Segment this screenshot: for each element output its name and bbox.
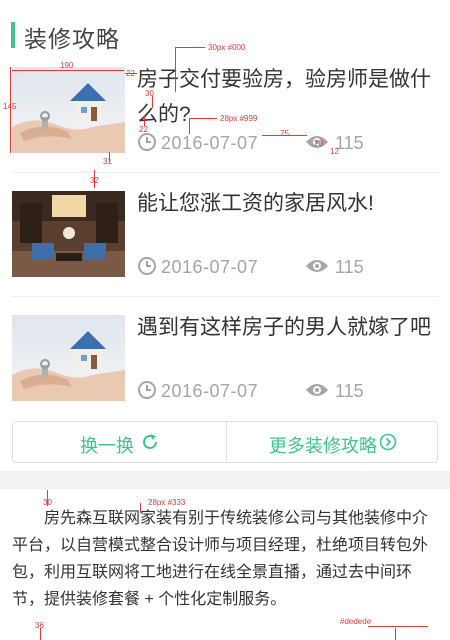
annotation-label: 28px #999 [220,114,258,123]
annotation-line [12,70,124,71]
annotation-label: 75 [280,129,289,138]
article-thumbnail[interactable] [12,315,125,401]
article-views: 115 [335,133,364,153]
divider [12,172,438,173]
clock-icon [138,381,156,399]
article-views: 115 [335,257,364,277]
annotation-line [189,118,217,119]
article-meta: 2016-07-07 115 [137,256,437,280]
company-intro: 房先森互联网家装有别于传统装修公司与其他装修中介平台，以自营模式整合设计师与项目… [12,510,429,608]
divider [12,296,438,297]
refresh-button[interactable]: 换一换 [13,422,226,462]
chevron-right-circle-icon [379,433,397,451]
refresh-label: 换一换 [80,436,134,456]
annotation-line [175,47,205,48]
article-views: 115 [335,381,364,401]
annotation-label: 22 [126,69,135,78]
article-thumbnail[interactable] [12,67,125,153]
annotation-label: 30 [43,498,52,507]
annotation-label: 36 [35,621,44,630]
annotation-line [175,47,176,92]
annotation-label: #dedede [340,617,372,626]
refresh-icon [143,434,157,449]
section-header: 装修攻略 [0,0,450,62]
annotation-line [189,118,190,134]
article-date: 2016-07-07 [161,133,259,153]
article-item[interactable]: 遇到有这样房子的男人就嫁了吧 2016-07-07 115 [0,310,450,434]
eye-icon [306,260,328,272]
action-bar: 换一换 更多装修攻略 [12,421,438,463]
annotation-line [152,96,153,108]
annotation-label: 22 [139,125,148,134]
eye-icon [306,384,328,396]
article-title[interactable]: 能让您涨工资的家居风水! [137,186,437,221]
more-guides-label: 更多装修攻略 [269,436,377,456]
section-accent-bar [11,22,15,48]
clock-icon [138,257,156,275]
article-meta: 2016-07-07 115 [137,380,437,404]
article-item[interactable]: 房子交付要验房，验房师是做什么的? 2016-07-07 115 [0,62,450,186]
annotation-label: 28px #333 [148,498,186,507]
more-guides-button[interactable]: 更多装修攻略 [226,422,438,462]
clock-icon [138,133,156,151]
article-date: 2016-07-07 [161,381,259,401]
annotation-label: 145 [3,102,17,111]
annotation-label: 32 [90,176,99,185]
article-date: 2016-07-07 [161,257,259,277]
annotation-label: 28 [314,139,323,148]
annotation-label: 12 [330,147,339,156]
annotation-line [140,503,141,513]
article-title[interactable]: 房子交付要验房，验房师是做什么的? [137,62,437,132]
article-item[interactable]: 能让您涨工资的家居风水! 2016-07-07 115 [0,186,450,310]
annotation-line [368,626,428,627]
annotation-label: 30px #000 [208,43,246,52]
annotation-label: 190 [60,61,74,70]
article-thumbnail[interactable] [12,191,125,277]
annotation-line [395,628,396,640]
annotation-line [144,116,145,126]
section-separator [0,471,450,489]
annotation-label: 31 [103,157,112,166]
article-title[interactable]: 遇到有这样房子的男人就嫁了吧 [137,310,437,345]
section-title: 装修攻略 [24,26,120,52]
